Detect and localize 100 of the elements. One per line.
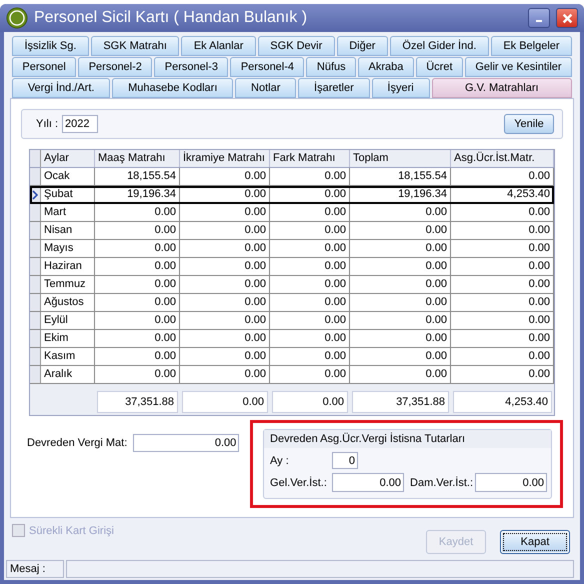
table-cell: 19,196.34 xyxy=(350,186,451,203)
table-cell: Kasım xyxy=(41,348,95,365)
table-row[interactable]: Mayıs 0.00 0.00 0.00 0.00 0.00 xyxy=(30,240,554,258)
row-indicator xyxy=(30,204,41,221)
tab[interactable]: Vergi İnd./Art. xyxy=(12,78,110,98)
month-field[interactable]: 0 xyxy=(332,452,358,469)
month-label: Ay : xyxy=(270,454,290,466)
close-icon xyxy=(562,12,572,24)
tab[interactable]: Akraba xyxy=(358,57,414,77)
table-cell: 0.00 xyxy=(270,222,350,239)
income-tax-field[interactable]: 0.00 xyxy=(332,473,404,492)
tab[interactable]: Notlar xyxy=(235,78,296,98)
table-cell: 18,155.54 xyxy=(95,168,180,185)
table-cell: Aralık xyxy=(41,366,95,383)
total-cell: 4,253.40 xyxy=(453,391,552,413)
column-header[interactable]: İkramiye Matrahı xyxy=(180,150,270,167)
table-cell: 0.00 xyxy=(350,276,451,293)
table-cell: 0.00 xyxy=(180,294,270,311)
table-row[interactable]: Nisan 0.00 0.00 0.00 0.00 0.00 xyxy=(30,222,554,240)
table-cell: 0.00 xyxy=(350,258,451,275)
table-row[interactable]: Mart 0.00 0.00 0.00 0.00 0.00 xyxy=(30,204,554,222)
year-label: Yılı : xyxy=(36,118,58,130)
table-cell: 0.00 xyxy=(95,348,180,365)
column-header[interactable]: Maaş Matrahı xyxy=(95,150,180,167)
table-cell: 0.00 xyxy=(95,240,180,257)
tab[interactable]: Personel-2 xyxy=(78,57,152,77)
column-header[interactable]: Asg.Ücr.İst.Matr. xyxy=(451,150,554,167)
app-logo-icon xyxy=(6,7,28,29)
refresh-button[interactable]: Yenile xyxy=(504,114,554,134)
table-cell: 0.00 xyxy=(270,240,350,257)
carried-tax-base-label: Devreden Vergi Mat: xyxy=(27,437,128,449)
tab[interactable]: Ek Alanlar xyxy=(181,36,256,56)
table-cell: 18,155.54 xyxy=(350,168,451,185)
tab[interactable]: İşaretler xyxy=(298,78,370,98)
minimize-icon xyxy=(536,20,542,22)
row-indicator xyxy=(30,294,41,311)
table-cell: Mart xyxy=(41,204,95,221)
table-cell: 0.00 xyxy=(350,366,451,383)
table-cell: 0.00 xyxy=(180,204,270,221)
table-row[interactable]: Ağustos 0.00 0.00 0.00 0.00 0.00 xyxy=(30,294,554,312)
stamp-tax-field[interactable]: 0.00 xyxy=(475,473,547,492)
table-cell: 0.00 xyxy=(180,240,270,257)
table-row[interactable]: Ekim 0.00 0.00 0.00 0.00 0.00 xyxy=(30,330,554,348)
table-cell: 4,253.40 xyxy=(451,186,554,203)
table-cell: 0.00 xyxy=(270,330,350,347)
tab[interactable]: Ücret xyxy=(416,57,463,77)
table-cell: 0.00 xyxy=(95,330,180,347)
tab[interactable]: İşyeri xyxy=(372,78,430,98)
table-cell: 0.00 xyxy=(180,168,270,185)
tab[interactable]: Nüfus xyxy=(306,57,356,77)
row-indicator xyxy=(30,312,41,329)
table-cell: 0.00 xyxy=(451,240,554,257)
carried-tax-base-field[interactable]: 0.00 xyxy=(133,434,240,452)
table-cell: 0.00 xyxy=(180,348,270,365)
year-field[interactable]: 2022 xyxy=(62,115,98,133)
table-cell: Ekim xyxy=(41,330,95,347)
total-cell: 0.00 xyxy=(182,391,268,413)
table-cell: 0.00 xyxy=(180,312,270,329)
table-cell: 0.00 xyxy=(180,186,270,203)
table-cell: 0.00 xyxy=(451,258,554,275)
table-cell: 0.00 xyxy=(270,366,350,383)
tab[interactable]: Muhasebe Kodları xyxy=(112,78,234,98)
total-cell: 37,351.88 xyxy=(352,391,449,413)
tab[interactable]: Özel Gider İnd. xyxy=(390,36,489,56)
tab[interactable]: G.V. Matrahları xyxy=(432,78,572,98)
table-row[interactable]: Temmuz 0.00 0.00 0.00 0.00 0.00 xyxy=(30,276,554,294)
action-button[interactable]: Kapat xyxy=(500,530,570,554)
tab[interactable]: Personel-3 xyxy=(154,57,228,77)
table-cell: 0.00 xyxy=(270,204,350,221)
row-indicator xyxy=(30,258,41,275)
tab[interactable]: Personel xyxy=(12,57,76,77)
table-cell: Ocak xyxy=(41,168,95,185)
tab[interactable]: Gelir ve Kesintiler xyxy=(464,57,572,77)
income-tax-label: Gel.Ver.İst.: xyxy=(270,476,328,488)
close-button[interactable] xyxy=(556,8,578,28)
total-cell: 0.00 xyxy=(272,391,348,413)
table-cell: 0.00 xyxy=(270,168,350,185)
table-cell: 0.00 xyxy=(451,330,554,347)
minimize-button[interactable] xyxy=(528,8,550,28)
tab[interactable]: Ek Belgeler xyxy=(490,36,572,56)
table-row[interactable]: Şubat 19,196.34 0.00 0.00 19,196.34 4,253.40 xyxy=(30,186,554,204)
table-cell: 0.00 xyxy=(95,258,180,275)
tab[interactable]: SGK Matrahı xyxy=(90,36,180,56)
table-cell: 19,196.34 xyxy=(95,186,180,203)
column-header[interactable]: Toplam xyxy=(350,150,451,167)
row-indicator xyxy=(30,240,41,257)
column-header[interactable]: Aylar xyxy=(41,150,95,167)
table-row[interactable]: Eylül 0.00 0.00 0.00 0.00 0.00 xyxy=(30,312,554,330)
table-row[interactable]: Haziran 0.00 0.00 0.00 0.00 0.00 xyxy=(30,258,554,276)
table-cell: 0.00 xyxy=(95,366,180,383)
tab[interactable]: Diğer xyxy=(336,36,388,56)
table-row[interactable]: Ocak 18,155.54 0.00 0.00 18,155.54 0.00 xyxy=(30,168,554,186)
tab[interactable]: SGK Devir xyxy=(258,36,335,56)
tab[interactable]: İşsizlik Sg. xyxy=(12,36,89,56)
column-header[interactable]: Fark Matrahı xyxy=(270,150,350,167)
table-row[interactable]: Kasım 0.00 0.00 0.00 0.00 0.00 xyxy=(30,348,554,366)
table-cell: 0.00 xyxy=(270,348,350,365)
table-cell: 0.00 xyxy=(180,258,270,275)
table-cell: 0.00 xyxy=(270,276,350,293)
tab[interactable]: Personel-4 xyxy=(230,57,304,77)
